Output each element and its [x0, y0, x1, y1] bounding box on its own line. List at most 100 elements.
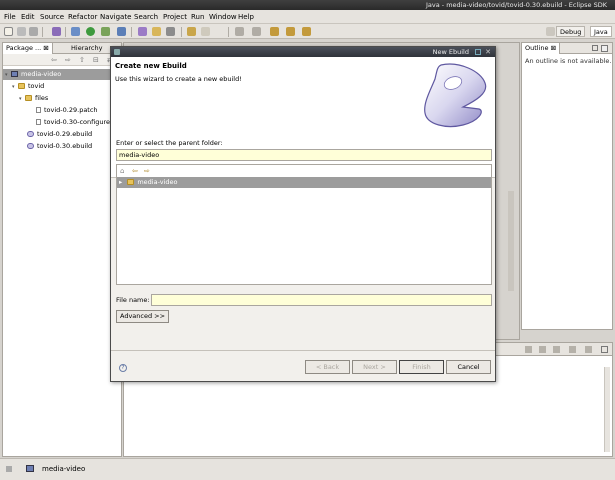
- tree-item-label: tovid-0.29.patch: [44, 106, 98, 114]
- debug-icon[interactable]: [71, 27, 80, 36]
- minimize-icon[interactable]: [592, 45, 598, 51]
- outline-tabs: Outline ⊠: [522, 43, 612, 54]
- forward-icon[interactable]: [286, 27, 295, 36]
- open-perspective-icon[interactable]: [546, 27, 555, 36]
- vertical-scrollbar[interactable]: [604, 367, 610, 452]
- tab-hierarchy[interactable]: Hierarchy: [68, 43, 105, 54]
- parent-folder-input[interactable]: media-video: [116, 149, 492, 161]
- search-icon[interactable]: [166, 27, 175, 36]
- tab-package-explorer-label: Package ...: [6, 44, 42, 52]
- maximize-icon[interactable]: [475, 49, 481, 55]
- folder-icon: [18, 83, 25, 89]
- back-button[interactable]: < Back: [305, 360, 350, 374]
- perspective-java[interactable]: Java: [590, 26, 612, 37]
- panel-action-icon[interactable]: [525, 346, 532, 353]
- tree-item-patch-029[interactable]: tovid-0.29.patch: [36, 105, 98, 116]
- menu-source[interactable]: Source: [40, 12, 64, 22]
- panel-menu-icon[interactable]: [585, 346, 592, 353]
- file-name-label: File name:: [116, 296, 150, 304]
- prev-annotation-icon[interactable]: [252, 27, 261, 36]
- tree-item-media-video[interactable]: ▾ media-video: [3, 69, 121, 80]
- window-menu-icon[interactable]: [114, 49, 120, 55]
- tab-outline[interactable]: Outline ⊠: [522, 43, 561, 54]
- outline-view: Outline ⊠ An outline is not available.: [521, 42, 613, 330]
- back-arrow-icon[interactable]: ⇦: [51, 56, 57, 64]
- project-icon: [11, 71, 18, 77]
- status-text: media-video: [42, 465, 86, 473]
- outline-message: An outline is not available.: [525, 57, 612, 65]
- perspective-debug[interactable]: Debug: [556, 26, 586, 37]
- new-icon[interactable]: [4, 27, 13, 36]
- forward-arrow-icon[interactable]: ⇨: [144, 167, 150, 175]
- maximize-icon[interactable]: [601, 45, 608, 52]
- open-type-icon[interactable]: [138, 27, 147, 36]
- tab-package-explorer[interactable]: Package ... ⊠: [3, 43, 53, 54]
- folder-tree-item-media-video[interactable]: ▸ media-video: [117, 177, 491, 188]
- new-java-project-icon[interactable]: [117, 27, 126, 36]
- main-toolbar: Debug Java: [0, 24, 615, 39]
- menu-window[interactable]: Window: [209, 12, 237, 22]
- minimize-icon[interactable]: [601, 346, 608, 353]
- back-arrow-icon[interactable]: ⇦: [132, 167, 138, 175]
- package-explorer-tabs: Package ... ⊠ Hierarchy: [3, 43, 121, 54]
- tree-item-label: tovid-0.30.ebuild: [37, 142, 93, 150]
- tree-item-files[interactable]: ▾ files: [19, 93, 48, 104]
- parent-folder-label: Enter or select the parent folder:: [116, 139, 223, 147]
- toolbar-separator: [228, 27, 229, 37]
- cancel-button[interactable]: Cancel: [446, 360, 491, 374]
- panel-action-icon[interactable]: [553, 346, 560, 353]
- menu-navigate[interactable]: Navigate: [100, 12, 131, 22]
- home-icon[interactable]: ⌂: [120, 167, 124, 175]
- external-tools-icon[interactable]: [101, 27, 110, 36]
- tree-item-ebuild-030[interactable]: tovid-0.30.ebuild: [27, 141, 92, 152]
- status-bar: media-video: [0, 458, 615, 480]
- vertical-scrollbar[interactable]: [508, 191, 514, 291]
- dialog-title: New Ebuild: [432, 48, 469, 56]
- up-arrow-icon[interactable]: ⇧: [79, 56, 85, 64]
- advanced-button[interactable]: Advanced >>: [116, 310, 170, 323]
- menu-project[interactable]: Project: [163, 12, 187, 22]
- forward-arrow-icon[interactable]: ⇨: [65, 56, 71, 64]
- file-icon: [36, 119, 41, 125]
- menu-help[interactable]: Help: [238, 12, 254, 22]
- save-icon[interactable]: [17, 27, 26, 36]
- fast-view-icon[interactable]: [6, 466, 12, 472]
- next-annotation-icon[interactable]: [235, 27, 244, 36]
- back-icon[interactable]: [270, 27, 279, 36]
- collapse-all-icon[interactable]: ⊟: [93, 56, 99, 64]
- panel-action-icon[interactable]: [539, 346, 546, 353]
- menu-refactor[interactable]: Refactor: [68, 12, 97, 22]
- open-resource-icon[interactable]: [152, 27, 161, 36]
- tree-item-label: tovid-0.29.ebuild: [37, 130, 93, 138]
- toggle-icon[interactable]: [201, 27, 210, 36]
- file-icon: [36, 107, 41, 113]
- menu-search[interactable]: Search: [134, 12, 158, 22]
- run-icon[interactable]: [86, 27, 95, 36]
- tree-item-label: tovid: [28, 82, 45, 90]
- close-icon[interactable]: ✕: [485, 47, 491, 57]
- help-icon[interactable]: ?: [119, 364, 127, 372]
- last-edit-icon[interactable]: [302, 27, 311, 36]
- next-button[interactable]: Next >: [352, 360, 397, 374]
- ebuild-icon: [27, 131, 34, 137]
- menu-bar: File Edit Source Refactor Navigate Searc…: [0, 10, 615, 24]
- print-icon[interactable]: [29, 27, 38, 36]
- menu-file[interactable]: File: [4, 12, 16, 22]
- menu-edit[interactable]: Edit: [21, 12, 35, 22]
- annotation-icon[interactable]: [187, 27, 196, 36]
- toolbar-separator: [65, 27, 66, 37]
- new-ebuild-dialog: New Ebuild ✕ Create new Ebuild Use this …: [110, 46, 496, 382]
- expand-toggle-icon[interactable]: ▸: [119, 178, 122, 186]
- folder-icon: [127, 179, 135, 185]
- package-icon[interactable]: [52, 27, 61, 36]
- panel-action-icon[interactable]: [569, 346, 576, 353]
- tree-item-patch-030[interactable]: tovid-0.30-configure.p: [36, 117, 116, 128]
- menu-run[interactable]: Run: [191, 12, 204, 22]
- toolbar-separator: [181, 27, 182, 37]
- tree-item-tovid[interactable]: ▾ tovid: [12, 81, 44, 92]
- file-name-input[interactable]: [151, 294, 492, 306]
- tree-item-ebuild-029[interactable]: tovid-0.29.ebuild: [27, 129, 92, 140]
- folder-tree-toolbar: ⌂ ⇦ ⇨: [117, 165, 491, 176]
- finish-button[interactable]: Finish: [399, 360, 444, 374]
- ebuild-icon: [27, 143, 34, 149]
